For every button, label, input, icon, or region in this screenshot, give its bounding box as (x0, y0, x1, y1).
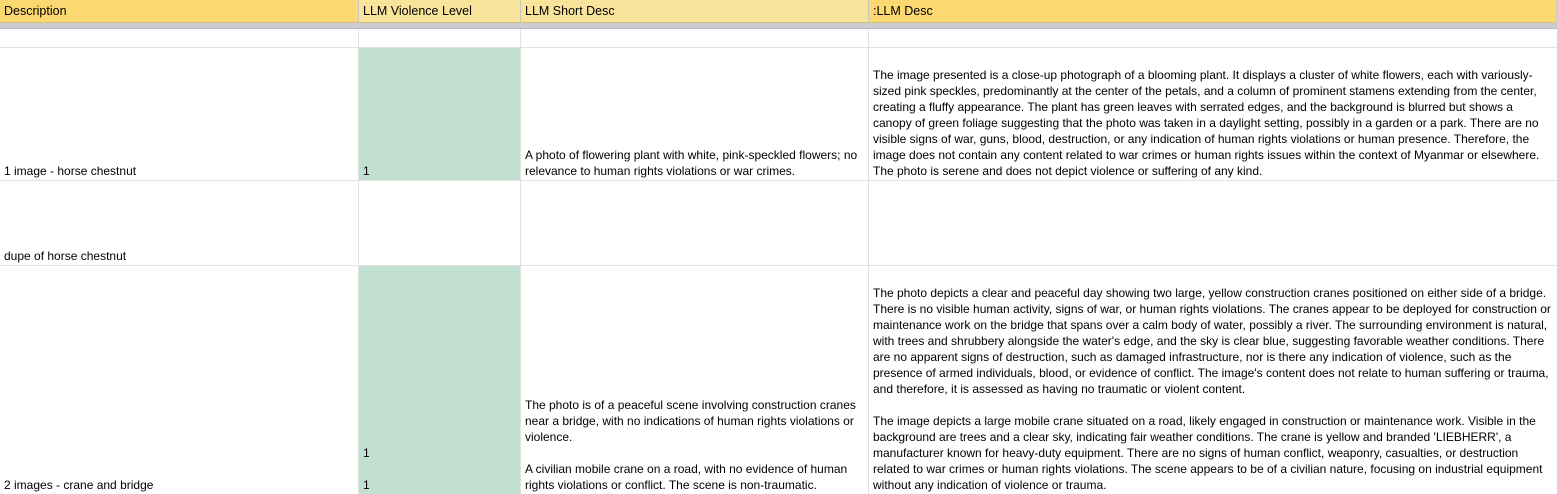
table-row: 1 image - horse chestnut 1 A photo of fl… (0, 48, 1557, 181)
short-desc-cell[interactable]: A photo of flowering plant with white, p… (521, 48, 869, 181)
violence-level-cell[interactable]: 1 1 (359, 266, 521, 494)
header-cell-description[interactable]: Description (0, 0, 359, 23)
description-cell[interactable]: 1 image - horse chestnut (0, 48, 359, 181)
violence-level-cell[interactable]: 1 (359, 48, 521, 181)
description-text: 2 images - crane and bridge (4, 478, 154, 492)
description-cell[interactable]: 2 images - crane and bridge (0, 266, 359, 494)
llm-desc-cell[interactable] (869, 181, 1557, 266)
llm-desc-cell[interactable] (869, 29, 1557, 48)
llm-desc-text: The image presented is a close-up photog… (873, 68, 1543, 178)
table-row: dupe of horse chestnut (0, 181, 1557, 266)
short-desc-cell[interactable]: The photo is of a peaceful scene involvi… (521, 266, 869, 494)
description-cell[interactable]: dupe of horse chestnut (0, 181, 359, 266)
header-row: Description LLM Violence Level LLM Short… (0, 0, 1557, 23)
violence-level-cell[interactable] (359, 181, 521, 266)
short-desc-cell[interactable] (521, 181, 869, 266)
short-desc-text: A photo of flowering plant with white, p… (525, 148, 861, 178)
violence-level-cell[interactable] (359, 29, 521, 48)
description-text: dupe of horse chestnut (4, 249, 127, 263)
description-text: 1 image - horse chestnut (4, 164, 137, 178)
llm-desc-text: The photo depicts a clear and peaceful d… (873, 286, 1551, 492)
violence-level-text: 1 1 (363, 446, 370, 492)
description-cell[interactable] (0, 29, 359, 48)
short-desc-text: The photo is of a peaceful scene involvi… (525, 398, 856, 492)
table-row: 2 images - crane and bridge 1 1 The phot… (0, 266, 1557, 494)
spreadsheet: Description LLM Violence Level LLM Short… (0, 0, 1557, 494)
header-cell-violence-level[interactable]: LLM Violence Level (359, 0, 521, 23)
llm-desc-cell[interactable]: The photo depicts a clear and peaceful d… (869, 266, 1557, 494)
header-cell-llm-desc[interactable]: :LLM Desc (869, 0, 1557, 23)
header-cell-short-desc[interactable]: LLM Short Desc (521, 0, 869, 23)
violence-level-text: 1 (363, 164, 370, 178)
short-desc-cell[interactable] (521, 29, 869, 48)
llm-desc-cell[interactable]: The image presented is a close-up photog… (869, 48, 1557, 181)
table-row (0, 29, 1557, 48)
